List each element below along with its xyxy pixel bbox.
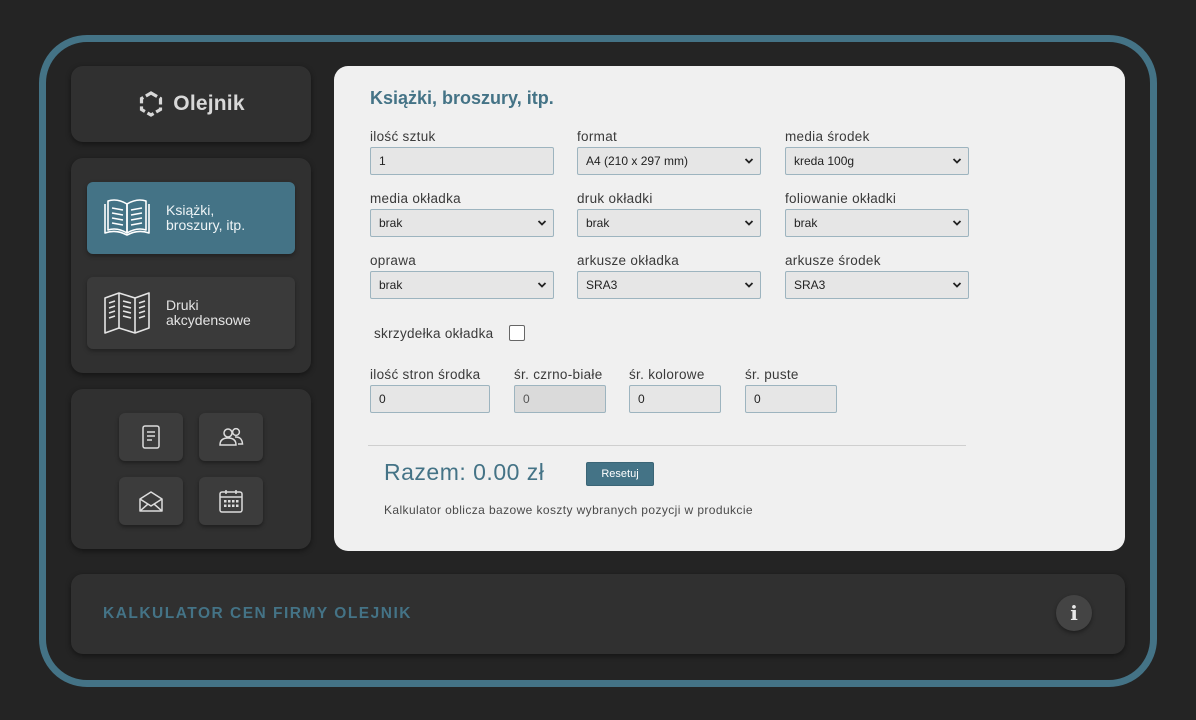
cover-flaps-label: skrzydełka okładka [374,325,494,341]
nav-label-line2: akcydensowe [166,312,251,328]
cover-lamination-label: foliowanie okładki [785,191,897,206]
format-select[interactable]: A4 (210 x 297 mm) [577,147,761,175]
chevron-down-icon [744,282,754,288]
cover-print-value: brak [586,216,610,230]
calendar-button[interactable] [199,477,263,525]
document-button[interactable] [119,413,183,461]
total-price: Razem: 0.00 zł [384,459,545,485]
nav-label-line2: broszury, itp. [166,217,246,233]
calendar-icon [219,490,243,513]
media-cover-field: media okładka brak [370,191,554,237]
chevron-down-icon [952,220,962,226]
cover-flaps-row: skrzydełka okładka [374,325,526,341]
chevron-down-icon [537,220,547,226]
info-button[interactable]: i [1056,595,1092,631]
cover-print-field: druk okładki brak [577,191,761,237]
binding-label: oprawa [370,253,417,268]
nav-label-printing: Druki akcydensowe [166,298,276,328]
pages-bw-label: śr. czrno-białe [514,367,603,382]
pages-bw-field: śr. czrno-białe 0 [514,367,606,413]
sheets-inside-value: SRA3 [794,278,826,292]
media-cover-value: brak [379,216,403,230]
hexagon-logo-icon [140,91,163,117]
footer-title: KALKULATOR CEN FIRMY OLEJNIK [103,605,412,622]
quantity-field: ilość sztuk 1 [370,129,554,175]
cover-print-label: druk okładki [577,191,653,206]
nav-panel: Książki, broszury, itp. Druki akcydensow… [71,158,311,373]
sheets-cover-label: arkusze okładka [577,253,680,268]
sheets-inside-select[interactable]: SRA3 [785,271,969,299]
cover-lamination-select[interactable]: brak [785,209,969,237]
format-label: format [577,129,618,144]
media-inside-field: media środek kreda 100g [785,129,969,175]
pages-color-field: śr. kolorowe 0 [629,367,721,413]
chevron-down-icon [952,282,962,288]
nav-label-books: Książki, broszury, itp. [166,203,276,233]
cover-flaps-checkbox[interactable] [509,325,526,341]
pages-blank-input[interactable]: 0 [745,385,837,413]
binding-select[interactable]: brak [370,271,554,299]
envelope-icon [139,491,163,512]
nav-item-printing[interactable]: Druki akcydensowe [87,277,295,349]
chevron-down-icon [744,158,754,164]
binding-field: oprawa brak [370,253,554,299]
calculator-panel: Książki, broszury, itp. ilość sztuk 1 fo… [334,66,1125,551]
cover-lamination-value: brak [794,216,818,230]
sheets-inside-field: arkusze środek SRA3 [785,253,969,299]
cover-print-select[interactable]: brak [577,209,761,237]
sheets-cover-select[interactable]: SRA3 [577,271,761,299]
format-field: format A4 (210 x 297 mm) [577,129,761,175]
pages-inside-field: ilość stron środka 0 [370,367,490,413]
media-cover-label: media okładka [370,191,461,206]
nav-item-books[interactable]: Książki, broszury, itp. [87,182,295,254]
media-inside-label: media środek [785,129,870,144]
page-title: Książki, broszury, itp. [370,88,554,108]
calculator-note: Kalkulator oblicza bazowe koszty wybrany… [384,503,753,517]
pages-inside-input[interactable]: 0 [370,385,490,413]
document-icon [142,425,160,449]
tools-panel [71,389,311,549]
users-button[interactable] [199,413,263,461]
media-inside-value: kreda 100g [794,154,855,168]
media-inside-select[interactable]: kreda 100g [785,147,969,175]
cover-lamination-field: foliowanie okładki brak [785,191,969,237]
sheets-cover-value: SRA3 [586,278,618,292]
folded-leaflet-icon [104,292,150,334]
quantity-input[interactable]: 1 [370,147,554,175]
chevron-down-icon [744,220,754,226]
pages-blank-field: śr. puste 0 [745,367,837,413]
pages-color-label: śr. kolorowe [629,367,705,382]
pages-bw-input: 0 [514,385,606,413]
media-cover-select[interactable]: brak [370,209,554,237]
format-value: A4 (210 x 297 mm) [586,154,689,168]
pages-color-input[interactable]: 0 [629,385,721,413]
quantity-label: ilość sztuk [370,129,436,144]
info-icon: i [1070,601,1078,625]
brand-name: Olejnik [173,92,245,115]
chevron-down-icon [537,282,547,288]
pages-inside-label: ilość stron środka [370,367,481,382]
pages-blank-label: śr. puste [745,367,799,382]
sheets-cover-field: arkusze okładka SRA3 [577,253,761,299]
sheets-inside-label: arkusze środek [785,253,881,268]
logo-panel: Olejnik [71,66,311,142]
envelope-button[interactable] [119,477,183,525]
nav-label-line1: Książki, [166,202,215,218]
open-book-icon [104,199,150,236]
nav-label-line1: Druki [166,297,199,313]
chevron-down-icon [952,158,962,164]
users-icon [219,427,244,446]
footer-bar: KALKULATOR CEN FIRMY OLEJNIK i [71,574,1125,654]
reset-button[interactable]: Resetuj [586,462,654,486]
divider [368,445,966,446]
binding-value: brak [379,278,403,292]
